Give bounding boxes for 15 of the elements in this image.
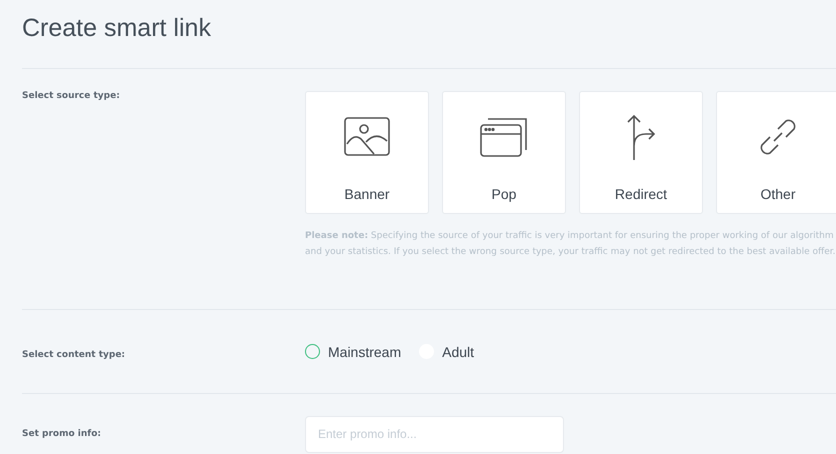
windows-icon (480, 117, 528, 157)
field-label: Set promo info: (22, 429, 102, 439)
radio-option[interactable]: Adult (419, 344, 474, 360)
source-type-card[interactable]: Banner (305, 91, 429, 214)
split-arrow-icon (626, 114, 656, 160)
promo-input[interactable]: Enter promo info... (305, 416, 564, 452)
page-title: Create smart link (22, 14, 212, 42)
source-type-card[interactable]: Pop (442, 91, 566, 214)
field-label: Select source type: (22, 91, 121, 103)
field-label: Select content type: (22, 350, 126, 360)
note-text: Please note: Specifying the source of your traffic is very important for ensuring the proper working of our algorithm and your statistics. If you select the wrong source type, your traffic may not get redirected to the best available offer. (305, 230, 836, 259)
radio-option[interactable]: Mainstream (305, 344, 402, 360)
source-type-card[interactable]: Other (716, 91, 836, 214)
source-type-card[interactable]: Redirect (579, 91, 703, 214)
image-icon (344, 117, 390, 157)
